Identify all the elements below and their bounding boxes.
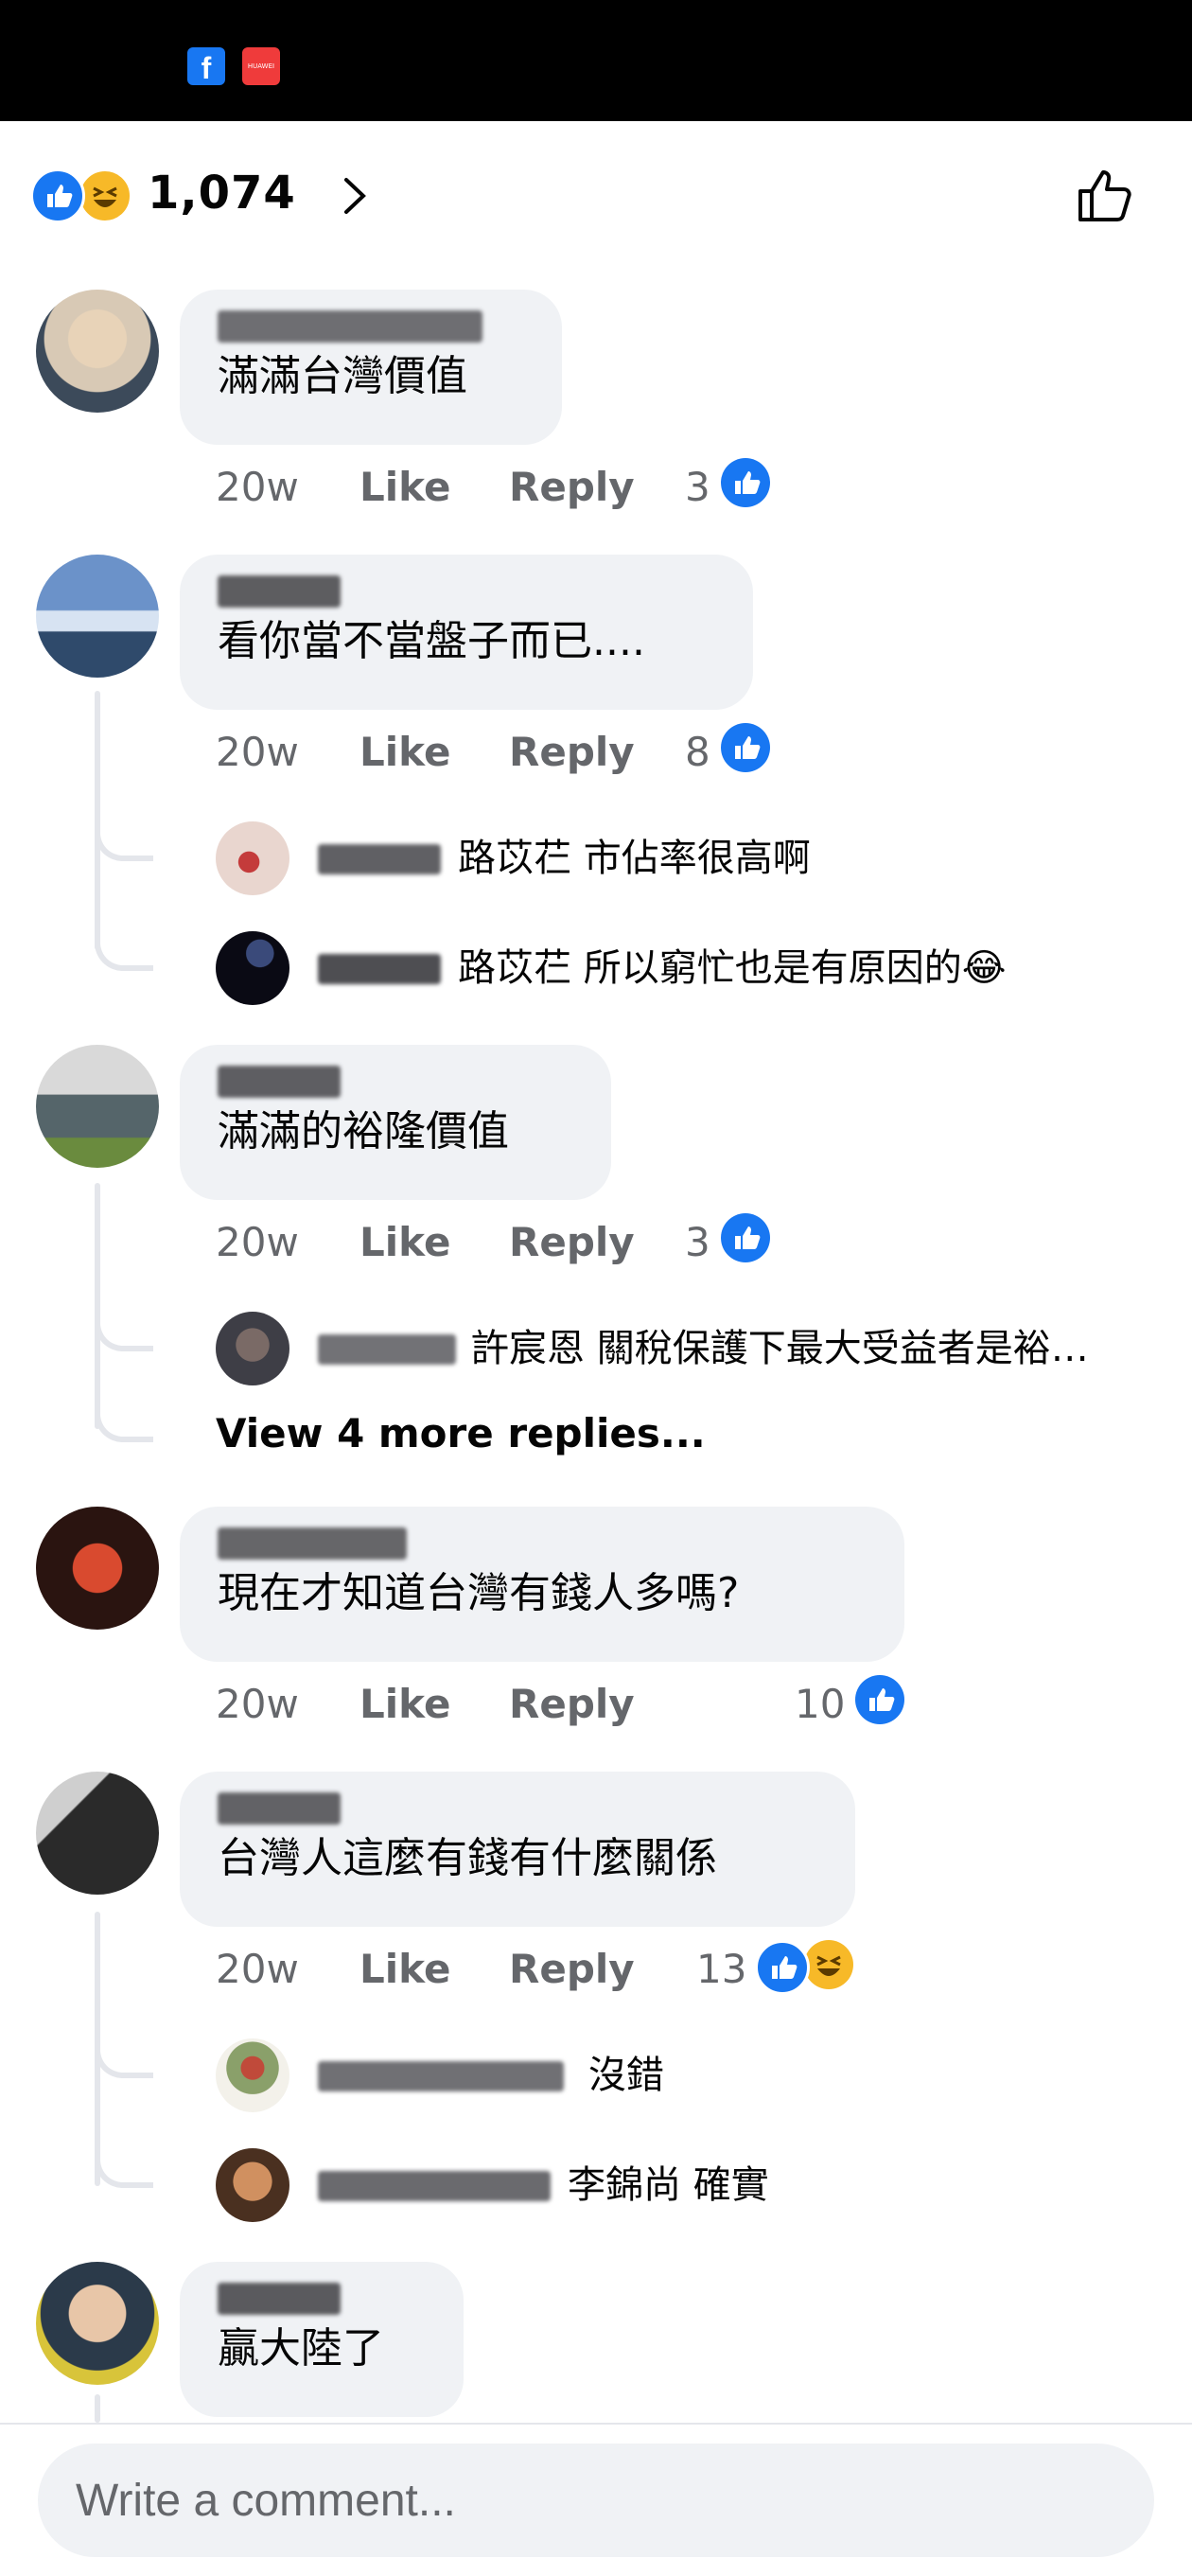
- avatar[interactable]: [216, 1312, 289, 1385]
- comment-bubble: 現在才知道台灣有錢人多嗎?: [180, 1507, 904, 1662]
- status-bar: f HUAWEI: [0, 0, 1192, 121]
- comment-bubble: 贏大陸了: [180, 2262, 464, 2417]
- reply-text: 路苡芢 所以窮忙也是有原因的😂: [458, 946, 1007, 990]
- avatar[interactable]: [36, 290, 159, 413]
- view-more-replies-link[interactable]: View 4 more replies...: [216, 1410, 706, 1456]
- huawei-app-icon: HUAWEI: [242, 47, 280, 85]
- comment-bubble: 滿滿的裕隆價值: [180, 1045, 611, 1200]
- comment-time[interactable]: 20w: [216, 1946, 299, 1992]
- comment-bubble: 滿滿台灣價值: [180, 290, 562, 445]
- avatar[interactable]: [216, 2038, 289, 2112]
- reply: 沒錯: [0, 2038, 1192, 2114]
- comment-time[interactable]: 20w: [216, 464, 299, 510]
- reply-author[interactable]: [318, 954, 441, 984]
- reply-text: 許宸恩 關稅保護下最大受益者是裕…: [471, 1327, 1089, 1370]
- reply-author[interactable]: [318, 1334, 456, 1365]
- chevron-right-icon[interactable]: [331, 172, 378, 220]
- like-button[interactable]: Like: [359, 1681, 450, 1727]
- like-button[interactable]: Like: [359, 1219, 450, 1265]
- reply-author[interactable]: [318, 844, 441, 874]
- write-comment-input[interactable]: [38, 2444, 1154, 2557]
- comment: 滿滿的裕隆價值 20w Like Reply 3: [0, 1045, 1192, 1265]
- reaction-count: 1,074: [148, 167, 296, 220]
- comment-actions: 20w Like Reply 3: [216, 458, 878, 520]
- comment-author[interactable]: [218, 1527, 407, 1560]
- thread-branch: [95, 1395, 153, 1442]
- comment-author[interactable]: [218, 575, 341, 608]
- reply-button[interactable]: Reply: [509, 729, 635, 775]
- reaction-count[interactable]: 10: [795, 1681, 845, 1727]
- reaction-count[interactable]: 3: [685, 464, 710, 510]
- reaction-count[interactable]: 3: [685, 1219, 710, 1265]
- reply-button[interactable]: Reply: [509, 464, 635, 510]
- like-reaction-icon: [721, 458, 770, 507]
- comment-time[interactable]: 20w: [216, 729, 299, 775]
- comment-text: 贏大陸了: [218, 2324, 384, 2373]
- like-button[interactable]: Like: [359, 1946, 450, 1992]
- like-post-icon[interactable]: [1071, 159, 1141, 229]
- comment-author[interactable]: [218, 1792, 341, 1825]
- reaction-count[interactable]: 8: [685, 729, 710, 775]
- like-reaction-icon: [755, 1940, 810, 1995]
- comment-text: 滿滿台灣價值: [218, 352, 467, 400]
- comment: 看你當不當盤子而已.... 20w Like Reply 8: [0, 555, 1192, 775]
- comment-actions: 20w Like Reply 13: [216, 1940, 935, 2003]
- like-reaction-icon: [721, 1213, 770, 1262]
- avatar[interactable]: [36, 555, 159, 678]
- facebook-app-icon: f: [187, 47, 225, 85]
- comment-text: 看你當不當盤子而已....: [218, 617, 645, 665]
- reply-button[interactable]: Reply: [509, 1219, 635, 1265]
- reaction-count[interactable]: 13: [696, 1946, 746, 1992]
- reaction-summary[interactable]: 1,074: [30, 159, 1166, 235]
- comment: 台灣人這麼有錢有什麼關係 20w Like Reply 13: [0, 1772, 1192, 1995]
- comment: 現在才知道台灣有錢人多嗎? 20w Like Reply 10: [0, 1507, 1192, 1727]
- comment-author[interactable]: [218, 1066, 341, 1098]
- comment-text: 滿滿的裕隆價值: [218, 1107, 509, 1156]
- like-reaction-icon: [855, 1675, 904, 1724]
- reply-button[interactable]: Reply: [509, 1946, 635, 1992]
- reply-author[interactable]: [318, 2171, 551, 2201]
- avatar[interactable]: [216, 821, 289, 895]
- reply-author[interactable]: [318, 2061, 564, 2091]
- comment-author[interactable]: [218, 310, 482, 343]
- comment: 贏大陸了: [0, 2262, 1192, 2423]
- comment-time[interactable]: 20w: [216, 1219, 299, 1265]
- avatar[interactable]: [36, 1772, 159, 1895]
- reply-button[interactable]: Reply: [509, 1681, 635, 1727]
- reply: 路苡芢 所以窮忙也是有原因的😂: [0, 931, 1192, 1007]
- reply-text: 李錦尚 確實: [568, 2163, 769, 2207]
- reply: 許宸恩 關稅保護下最大受益者是裕…: [0, 1312, 1192, 1387]
- comment-text: 台灣人這麼有錢有什麼關係: [218, 1834, 717, 1882]
- comment-time[interactable]: 20w: [216, 1681, 299, 1727]
- haha-reaction-icon: [804, 1940, 853, 1989]
- comment-actions: 20w Like Reply 10: [216, 1675, 935, 1738]
- reply: 路苡芢 市佔率很高啊: [0, 821, 1192, 897]
- like-reaction-icon: [721, 723, 770, 772]
- like-reaction-icon: [30, 168, 85, 223]
- avatar[interactable]: [216, 2148, 289, 2222]
- comment: 滿滿台灣價值 20w Like Reply 3: [0, 290, 1192, 517]
- avatar[interactable]: [216, 931, 289, 1005]
- haha-reaction-icon: [78, 168, 132, 223]
- comment-bubble: 看你當不當盤子而已....: [180, 555, 753, 710]
- avatar[interactable]: [36, 2262, 159, 2385]
- comment-text: 現在才知道台灣有錢人多嗎?: [218, 1569, 740, 1617]
- comment-actions: 20w Like Reply 3: [216, 1213, 878, 1276]
- reply: 李錦尚 確實: [0, 2148, 1192, 2224]
- like-button[interactable]: Like: [359, 729, 450, 775]
- comment-composer-bar: [0, 2423, 1192, 2576]
- comment-author[interactable]: [218, 2283, 341, 2315]
- reply-text: 路苡芢 市佔率很高啊: [458, 837, 811, 880]
- comment-actions: 20w Like Reply 8: [216, 723, 878, 785]
- comment-bubble: 台灣人這麼有錢有什麼關係: [180, 1772, 855, 1927]
- reply-text: 沒錯: [588, 2054, 664, 2097]
- avatar[interactable]: [36, 1045, 159, 1168]
- avatar[interactable]: [36, 1507, 159, 1630]
- like-button[interactable]: Like: [359, 464, 450, 510]
